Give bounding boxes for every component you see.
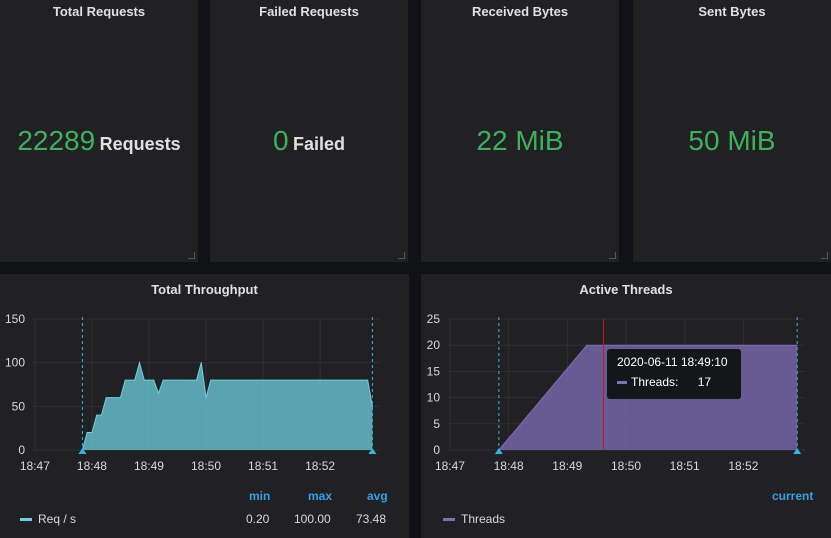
stat-value: 50 MiB [633, 125, 831, 157]
data-point [91, 432, 93, 434]
x-tick-label: 18:49 [552, 459, 582, 473]
stat-number: 22 MiB [476, 125, 564, 156]
legend-max-value: 100.00 [294, 512, 331, 526]
stat-number: 50 MiB [688, 125, 776, 156]
series-area [82, 362, 373, 450]
data-point [134, 379, 136, 381]
data-point [153, 379, 155, 381]
stat-value: 22289 Requests [0, 125, 198, 157]
x-tick-label: 18:49 [134, 459, 164, 473]
x-tick-label: 18:51 [248, 459, 278, 473]
data-point [157, 392, 159, 394]
stat-number: 22289 [17, 125, 96, 156]
graph-panel-active-threads[interactable]: Active Threads 0 5 10 15 20 25 18:47 18:48 18:49… [421, 274, 831, 538]
legend-max-header[interactable]: max [308, 489, 332, 503]
resize-handle[interactable] [188, 252, 195, 259]
x-tick-label: 18:51 [670, 459, 700, 473]
stat-value: 22 MiB [421, 125, 619, 157]
tooltip-label: Threads: [631, 375, 679, 389]
y-tick-label: 0 [433, 443, 440, 457]
chart-tooltip: 2020-06-11 18:49:10 Threads: 17 [607, 349, 741, 399]
y-tick-label: 100 [5, 356, 25, 370]
y-tick-label: 25 [427, 312, 441, 326]
legend-avg-header[interactable]: avg [367, 489, 388, 503]
x-tick-label: 18:48 [494, 459, 524, 473]
x-tick-label: 18:47 [20, 459, 50, 473]
data-point [262, 379, 264, 381]
data-point [796, 344, 798, 346]
panel-title[interactable]: Received Bytes [421, 4, 619, 19]
resize-handle[interactable] [609, 252, 616, 259]
data-point [210, 379, 212, 381]
panel-title[interactable]: Active Threads [421, 282, 831, 297]
data-point [119, 397, 121, 399]
resize-handle[interactable] [398, 252, 405, 259]
x-tick-label: 18:52 [305, 459, 335, 473]
legend-current-header[interactable]: current [772, 489, 813, 503]
y-tick-label: 10 [427, 391, 441, 405]
threads-chart[interactable]: 0 5 10 15 20 25 18:47 18:48 18:49 18:50 18:51 18:52 [421, 304, 831, 504]
stat-panel-total-requests[interactable]: Total Requests 22289 Requests [0, 0, 198, 262]
panel-title[interactable]: Total Throughput [0, 282, 409, 297]
x-tick-label: 18:47 [435, 459, 465, 473]
legend-item[interactable]: Threads [443, 512, 505, 526]
stat-value: 0 Failed [210, 125, 408, 157]
panel-title[interactable]: Failed Requests [210, 4, 408, 19]
data-point [181, 379, 183, 381]
y-tick-label: 15 [427, 364, 441, 378]
data-point [371, 405, 373, 407]
graph-panel-throughput[interactable]: Total Throughput 0 50 100 150 18:47 18:48 18:4… [0, 274, 409, 538]
legend-swatch [443, 518, 455, 522]
y-tick-label: 50 [12, 399, 26, 413]
data-point [215, 379, 217, 381]
stat-panel-received-bytes[interactable]: Received Bytes 22 MiB [421, 0, 619, 262]
data-point [100, 414, 102, 416]
data-point [172, 379, 174, 381]
tooltip-time: 2020-06-11 18:49:10 [617, 355, 728, 369]
stat-unit: Failed [293, 134, 346, 154]
tooltip-row: Threads: 17 [617, 375, 731, 389]
data-point [124, 379, 126, 381]
x-tick-label: 18:50 [611, 459, 641, 473]
y-tick-label: 5 [433, 417, 440, 431]
data-point [586, 344, 588, 346]
stat-panel-failed-requests[interactable]: Failed Requests 0 Failed [210, 0, 408, 262]
legend-series-name: Threads [461, 512, 506, 526]
stat-number: 0 [272, 125, 289, 156]
resize-handle[interactable] [821, 252, 828, 259]
legend-series-name: Req / s [38, 512, 77, 526]
legend-item[interactable]: Req / s [20, 512, 76, 526]
data-point [110, 397, 112, 399]
x-tick-label: 18:52 [728, 459, 758, 473]
data-point [367, 379, 369, 381]
chart-series [81, 360, 373, 451]
stat-panel-sent-bytes[interactable]: Sent Bytes 50 MiB [633, 0, 831, 262]
data-point [319, 379, 321, 381]
x-tick-label: 18:50 [191, 459, 221, 473]
y-tick-label: 20 [427, 338, 441, 352]
y-tick-label: 0 [18, 443, 25, 457]
data-point [162, 379, 164, 381]
legend-avg-value: 73.48 [356, 512, 387, 526]
data-point [196, 379, 198, 381]
x-tick-label: 18:48 [77, 459, 107, 473]
data-point [205, 397, 207, 399]
data-point [200, 362, 202, 364]
data-point [86, 432, 88, 434]
data-point [105, 397, 107, 399]
legend-swatch [20, 518, 32, 522]
tooltip-swatch [617, 381, 627, 385]
y-tick-label: 150 [5, 312, 25, 326]
panel-title[interactable]: Total Requests [0, 4, 198, 19]
stat-unit: Requests [99, 134, 181, 154]
throughput-chart[interactable]: 0 50 100 150 18:47 18:48 18:49 18:50 18:51 18:52 [0, 304, 409, 504]
data-point [138, 362, 140, 364]
data-point [96, 414, 98, 416]
data-point [143, 379, 145, 381]
legend-min-value: 0.20 [246, 512, 270, 526]
tooltip-value: 17 [697, 375, 712, 389]
panel-title[interactable]: Sent Bytes [633, 4, 831, 19]
legend-min-header[interactable]: min [249, 489, 270, 503]
